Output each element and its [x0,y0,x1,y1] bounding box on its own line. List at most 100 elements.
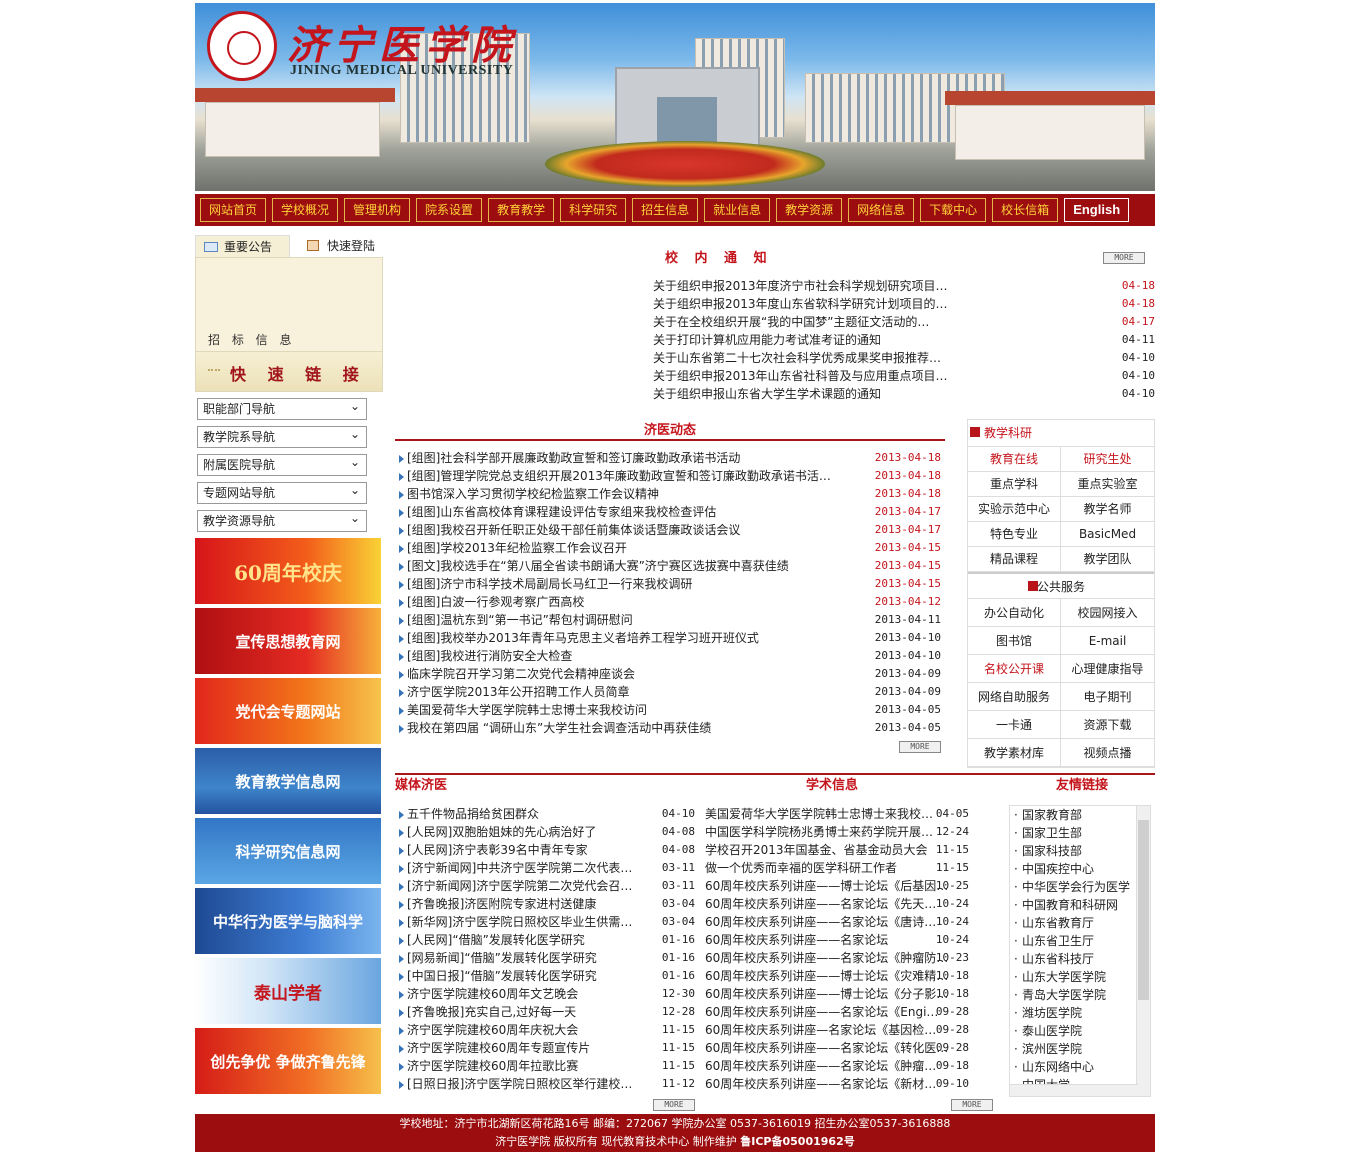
nav-english[interactable]: English [1064,198,1130,222]
news-item-title[interactable]: [组图]济宁市科学技术局副局长马红卫一行来我校调研 [407,575,877,593]
academic-item[interactable]: 60周年校庆系列讲座——名家论坛《新材… 09-10 [695,1075,969,1093]
academic-item-title[interactable]: 60周年校庆系列讲座——博士论坛《灾难精… [705,969,948,983]
academic-item[interactable]: 60周年校庆系列讲座——名家论坛《肿瘤防… 10-23 [695,949,969,967]
tab-quick-login[interactable]: 快速登陆 [307,235,383,257]
notice-item[interactable]: 关于组织申报2013年山东省社科普及与应用重点项目… 04-10 [653,367,1155,385]
select-affiliated-hospitals[interactable]: 附属医院导航 [197,452,367,476]
friend-link[interactable]: 泰山医学院 [1010,1022,1150,1040]
academic-item[interactable]: 美国爱荷华大学医学院韩士忠博士来我校… 04-05 [695,805,969,823]
nav-education[interactable]: 教育教学 [488,198,555,222]
news-item-title[interactable]: [组图]社会科学部开展廉政勤政宣誓和签订廉政勤政承诺书活动 [407,449,877,467]
media-item[interactable]: 五千件物品捐给贫困群众 04-10 [395,805,695,823]
news-item-title[interactable]: [组图]学校2013年纪检监察工作会议召开 [407,539,877,557]
news-item-title[interactable]: 美国爱荷华大学医学院韩士忠博士来我校访问 [407,701,877,719]
nav-departments[interactable]: 院系设置 [416,198,483,222]
media-item-title[interactable]: [济宁新闻网]中共济宁医学院第二次代表… [407,861,632,875]
friend-link[interactable]: 中国疾控中心 [1010,860,1150,878]
news-item[interactable]: [组图]我校举办2013年青年马克思主义者培养工程学习班开班仪式 2013-04-… [395,629,945,647]
nav-network[interactable]: 网络信息 [848,198,915,222]
notice-item-title[interactable]: 关于组织申报2013年山东省社科普及与应用重点项目… [653,369,948,383]
academic-item[interactable]: 学校召开2013年国基金、省基金动员大会 11-15 [695,841,969,859]
select-teaching-resources[interactable]: 教学资源导航 [197,508,367,532]
select-teaching-depts[interactable]: 教学院系导航 [197,424,367,448]
academic-item-title[interactable]: 60周年校庆系列讲座—名家论坛《基因检… [705,1023,936,1037]
friend-link[interactable]: 滨州医学院 [1010,1040,1150,1058]
media-item[interactable]: 济宁医学院建校60周年专题宣传片 11-15 [395,1039,695,1057]
notice-item-title[interactable]: 关于组织申报2013年度济宁市社会科学规划研究项目… [653,279,948,293]
media-item[interactable]: 济宁医学院建校60周年拉歌比赛 11-15 [395,1057,695,1075]
public-service-link[interactable]: 办公自动化 [968,599,1061,627]
friend-link[interactable]: 山东省卫生厅 [1010,932,1150,950]
media-item-title[interactable]: [齐鲁晚报]充实自己,过好每一天 [407,1005,576,1019]
academic-item-title[interactable]: 中国医学科学院杨兆勇博士来药学院开展… [705,825,933,839]
teaching-research-link[interactable]: 研究生处 [1061,447,1154,472]
banner-party-congress[interactable]: 党代会专题网站 [195,678,381,744]
notice-item[interactable]: 关于组织申报山东省大学生学术课题的通知 04-10 [653,385,1155,403]
notice-item[interactable]: 关于组织申报2013年度山东省软科学研究计划项目的… 04-18 [653,295,1155,313]
tab-announcement[interactable]: 重要公告 [195,235,290,257]
public-service-link[interactable]: 名校公开课 [968,655,1061,683]
media-item[interactable]: [人民网]“借脑”发展转化医学研究 01-16 [395,931,695,949]
media-item-title[interactable]: [网易新闻]“借脑”发展转化医学研究 [407,951,597,965]
academic-item[interactable]: 做一个优秀而幸福的医学科研工作者 11-15 [695,859,969,877]
footer-icp[interactable]: 鲁ICP备05001962号 [740,1135,854,1148]
media-item[interactable]: [中国日报]“借脑”发展转化医学研究 01-16 [395,967,695,985]
teaching-research-link[interactable]: 教学名师 [1061,497,1154,522]
public-service-link[interactable]: 一卡通 [968,711,1061,739]
media-item[interactable]: [人民网]双胞胎姐妹的先心病治好了 04-08 [395,823,695,841]
nav-research[interactable]: 科学研究 [560,198,627,222]
banner-excellence[interactable]: 创先争优 争做齐鲁先锋 [195,1028,381,1094]
notice-more-button[interactable]: MORE [1103,252,1145,264]
news-item-title[interactable]: [组图]我校进行消防安全大检查 [407,647,877,665]
nav-admin[interactable]: 管理机构 [344,198,411,222]
media-item-title[interactable]: 济宁医学院建校60周年专题宣传片 [407,1041,590,1055]
media-more-button[interactable]: MORE [653,1099,695,1111]
media-item[interactable]: [人民网]济宁表彰39名中青年专家 04-08 [395,841,695,859]
select-topic-sites[interactable]: 专题网站导航 [197,480,367,504]
media-item-title[interactable]: 济宁医学院建校60周年文艺晚会 [407,987,578,1001]
nav-admission[interactable]: 招生信息 [632,198,699,222]
teaching-research-link[interactable]: BasicMed [1061,522,1154,547]
news-item-title[interactable]: [组图]我校举办2013年青年马克思主义者培养工程学习班开班仪式 [407,629,877,647]
news-item-title[interactable]: [组图]我校召开新任职正处级干部任前集体谈话暨廉政谈话会议 [407,521,877,539]
friend-link[interactable]: 国家科技部 [1010,842,1150,860]
academic-item[interactable]: 60周年校庆系列讲座——博士论坛《后基因… 10-25 [695,877,969,895]
banner-taishan-scholars[interactable]: 泰山学者 [195,958,381,1024]
media-item[interactable]: [网易新闻]“借脑”发展转化医学研究 01-16 [395,949,695,967]
horizontal-scrollbar[interactable] [1010,1084,1138,1096]
vertical-scrollbar[interactable] [1136,806,1150,1096]
notice-item-title[interactable]: 关于组织申报山东省大学生学术课题的通知 [653,387,881,401]
academic-item-title[interactable]: 60周年校庆系列讲座——名家论坛 [705,933,888,947]
scrollbar-thumb[interactable] [1138,820,1149,1000]
notice-item-title[interactable]: 关于山东省第二十七次社会科学优秀成果奖申报推荐… [653,351,941,365]
academic-item[interactable]: 60周年校庆系列讲座—名家论坛《基因检… 09-28 [695,1021,969,1039]
academic-item[interactable]: 60周年校庆系列讲座——博士论坛《灾难精… 10-18 [695,967,969,985]
news-item-title[interactable]: 济宁医学院2013年公开招聘工作人员简章 [407,683,877,701]
media-item-title[interactable]: [新华网]济宁医学院日照校区毕业生供需… [407,915,632,929]
friend-link[interactable]: 青岛大学医学院 [1010,986,1150,1004]
media-item[interactable]: [齐鲁晚报]充实自己,过好每一天 12-28 [395,1003,695,1021]
teaching-research-link[interactable]: 教育在线 [968,447,1061,472]
academic-item-title[interactable]: 学校召开2013年国基金、省基金动员大会 [705,843,928,857]
news-item[interactable]: [组图]济宁市科学技术局副局长马红卫一行来我校调研 2013-04-15 [395,575,945,593]
media-item-title[interactable]: [中国日报]“借脑”发展转化医学研究 [407,969,597,983]
notice-item-title[interactable]: 关于在全校组织开展“我的中国梦”主题征文活动的… [653,315,929,329]
public-service-link[interactable]: 资源下载 [1061,711,1154,739]
nav-about[interactable]: 学校概况 [272,198,339,222]
nav-mailbox[interactable]: 校长信箱 [992,198,1059,222]
media-item[interactable]: [齐鲁晚报]济医附院专家进村送健康 03-04 [395,895,695,913]
teaching-research-link[interactable]: 精品课程 [968,547,1061,572]
public-service-link[interactable]: 视频点播 [1061,739,1154,767]
media-item[interactable]: [新华网]济宁医学院日照校区毕业生供需… 03-04 [395,913,695,931]
news-item-title[interactable]: 临床学院召开学习第二次党代会精神座谈会 [407,665,877,683]
academic-item-title[interactable]: 60周年校庆系列讲座——名家论坛《唐诗… [705,915,936,929]
news-item[interactable]: 我校在第四届 “调研山东”大学生社会调查活动中再获佳绩 2013-04-05 [395,719,945,737]
news-item-title[interactable]: [组图]管理学院党总支组织开展2013年廉政勤政宣誓和签订廉政勤政承诺书活… [407,467,877,485]
teaching-research-link[interactable]: 教学团队 [1061,547,1154,572]
nav-home[interactable]: 网站首页 [200,198,267,222]
news-more-button[interactable]: MORE [899,741,941,753]
news-item-title[interactable]: 我校在第四届 “调研山东”大学生社会调查活动中再获佳绩 [407,719,877,737]
media-item-title[interactable]: [人民网]济宁表彰39名中青年专家 [407,843,588,857]
banner-teaching-info[interactable]: 教育教学信息网 [195,748,381,814]
nav-employment[interactable]: 就业信息 [704,198,771,222]
